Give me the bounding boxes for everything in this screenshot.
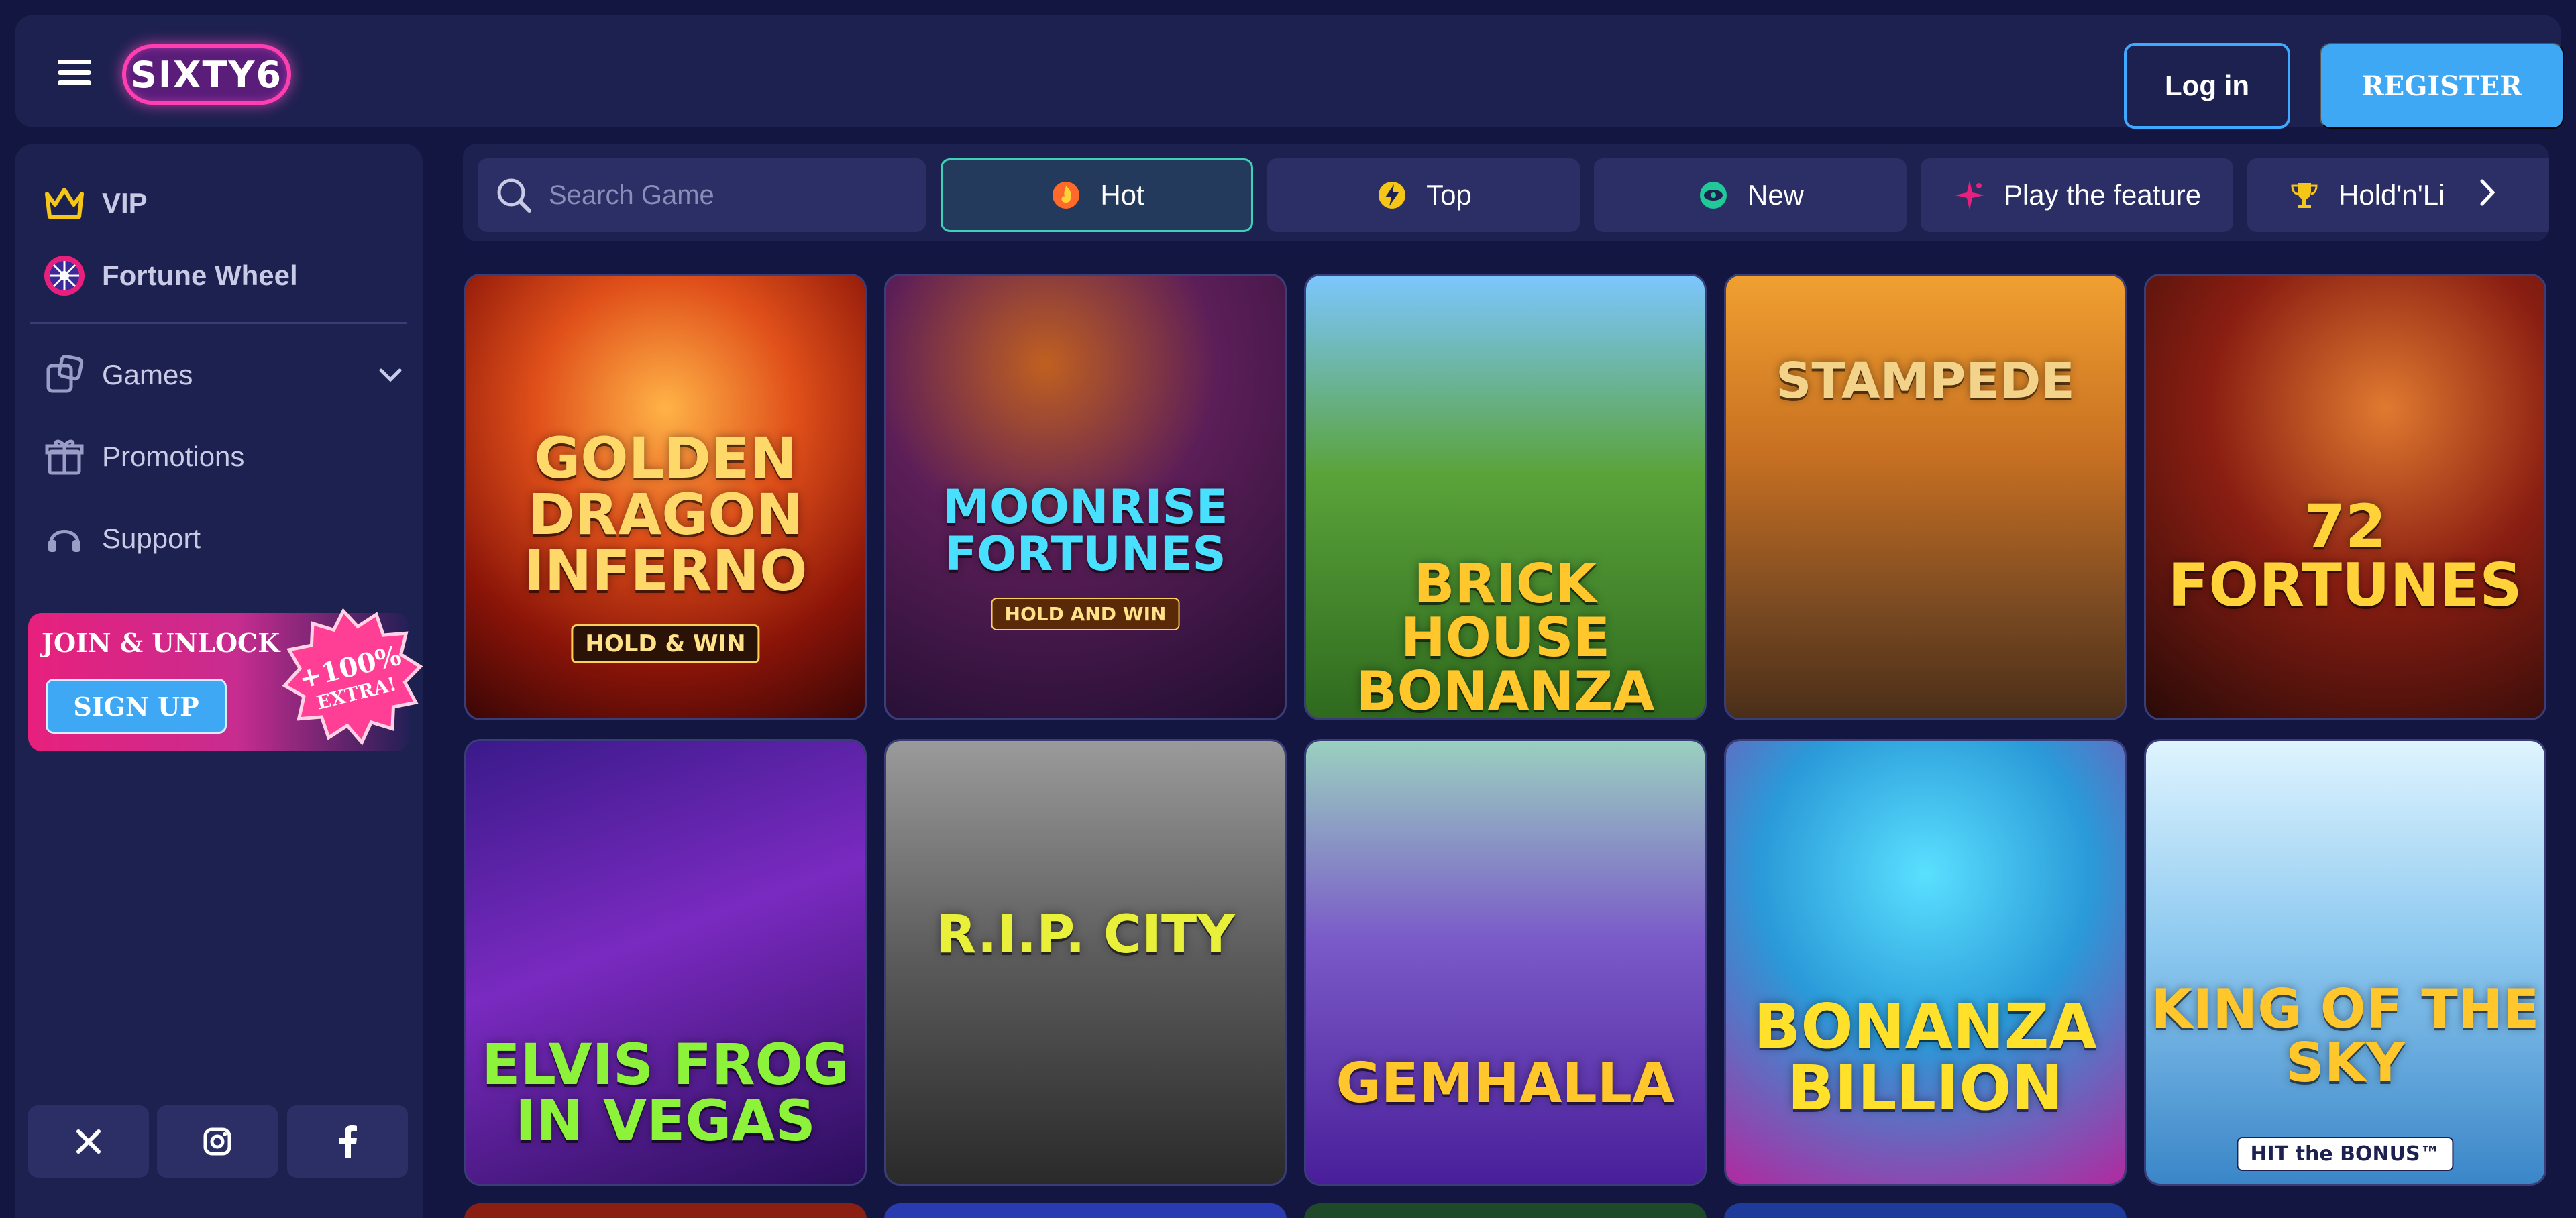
new-icon: [1697, 178, 1730, 212]
game-title: GOLDEN DRAGON INFERNO: [523, 425, 808, 604]
flame-icon: [1049, 178, 1083, 212]
trophy-icon: [2288, 178, 2321, 212]
game-tile-72-fortunes[interactable]: 72 FORTUNES: [2144, 274, 2546, 720]
x-icon[interactable]: [28, 1105, 149, 1178]
site-logo[interactable]: SIXTY6: [122, 44, 291, 105]
game-subtitle: HOLD AND WIN: [991, 598, 1180, 630]
gift-icon: [42, 434, 87, 480]
facebook-icon[interactable]: [287, 1105, 408, 1178]
crown-icon: [42, 180, 87, 226]
tab-hot[interactable]: Hot: [941, 158, 1253, 232]
game-title: R.I.P. CITY: [936, 905, 1235, 965]
sidebar-item-games[interactable]: Games: [42, 345, 404, 405]
game-tile-gemhalla[interactable]: GEMHALLA: [1304, 739, 1707, 1186]
game-tile-partial[interactable]: [1304, 1203, 1707, 1218]
chip-label: New: [1747, 179, 1805, 211]
tab-new[interactable]: New: [1594, 158, 1907, 232]
game-tile-partial[interactable]: [464, 1203, 867, 1218]
game-tile-partial[interactable]: [884, 1203, 1287, 1218]
sidebar-item-fortune-wheel[interactable]: Fortune Wheel: [42, 245, 298, 306]
game-subtitle: HIT the BONUS™: [2237, 1137, 2454, 1171]
game-tile-golden-dragon-inferno[interactable]: GOLDEN DRAGON INFERNO HOLD & WIN: [464, 274, 867, 720]
chevron-down-icon[interactable]: [377, 361, 404, 391]
game-tile-brick-house-bonanza[interactable]: BRICK HOUSE BONANZA: [1304, 274, 1707, 720]
sidebar-item-label: Fortune Wheel: [102, 260, 298, 291]
game-filter-bar: Hot Top New Play the feature Hold'n'Li: [463, 144, 2549, 241]
menu-icon[interactable]: [58, 60, 91, 85]
game-subtitle: HOLD & WIN: [571, 624, 760, 663]
tab-top[interactable]: Top: [1267, 158, 1580, 232]
chip-label: Top: [1426, 179, 1472, 211]
search-box[interactable]: [478, 158, 926, 232]
sidebar-divider: [30, 322, 407, 324]
bonus-badge: +100% EXTRA!: [280, 606, 425, 751]
fortune-wheel-icon: [42, 253, 87, 298]
search-icon: [495, 176, 533, 214]
game-title: BRICK HOUSE BONANZA: [1356, 553, 1655, 720]
sidebar-item-label: Support: [102, 522, 201, 554]
games-icon: [42, 352, 87, 398]
tab-play-the-feature[interactable]: Play the feature: [1921, 158, 2233, 232]
sidebar: VIP Fortune Wheel Games Promotions Suppo…: [15, 144, 423, 1218]
chip-label: Hold'n'Li: [2339, 179, 2445, 211]
game-tile-bonanza-billion[interactable]: BONANZA BILLION: [1724, 739, 2127, 1186]
sidebar-item-label: Games: [102, 359, 193, 390]
game-title: ELVIS FROG IN VEGAS: [482, 1032, 849, 1154]
game-title: 72 FORTUNES: [2168, 492, 2522, 620]
headset-icon: [42, 516, 87, 561]
chip-label: Hot: [1100, 179, 1144, 211]
social-links: [28, 1105, 408, 1178]
register-button[interactable]: REGISTER: [2320, 43, 2564, 129]
game-tile-moonrise-fortunes[interactable]: MOONRISE FORTUNES HOLD AND WIN: [884, 274, 1287, 720]
game-title: BONANZA BILLION: [1754, 991, 2097, 1124]
chevron-right-icon[interactable]: [2475, 177, 2500, 211]
game-tile-king-of-the-sky[interactable]: KING OF THE SKY HIT the BONUS™: [2144, 739, 2546, 1186]
game-tile-rip-city[interactable]: R.I.P. CITY: [884, 739, 1287, 1186]
top-header: SIXTY6 Log in REGISTER: [15, 15, 2564, 129]
sidebar-item-promotions[interactable]: Promotions: [42, 427, 244, 487]
game-tile-stampede[interactable]: STAMPEDE: [1724, 274, 2127, 720]
sidebar-item-label: VIP: [102, 187, 148, 219]
sidebar-item-vip[interactable]: VIP: [42, 173, 148, 233]
sidebar-item-label: Promotions: [102, 441, 245, 472]
signup-promo-banner[interactable]: JOIN & UNLOCK SIGN UP +100% EXTRA!: [28, 608, 423, 751]
game-title: KING OF THE SKY: [2151, 978, 2540, 1094]
game-tile-elvis-frog-in-vegas[interactable]: ELVIS FROG IN VEGAS: [464, 739, 867, 1186]
search-input[interactable]: [549, 180, 884, 211]
sparkle-icon: [1953, 178, 1986, 212]
tab-hold-n-link[interactable]: Hold'n'Li: [2247, 158, 2549, 232]
game-title: GEMHALLA: [1336, 1052, 1675, 1115]
signup-button[interactable]: SIGN UP: [46, 679, 227, 734]
game-title: MOONRISE FORTUNES: [943, 480, 1228, 582]
sidebar-item-support[interactable]: Support: [42, 508, 201, 569]
game-title: STAMPEDE: [1776, 352, 2075, 410]
login-button[interactable]: Log in: [2124, 43, 2290, 129]
lightning-icon: [1375, 178, 1409, 212]
chip-label: Play the feature: [2003, 179, 2202, 211]
game-tile-partial[interactable]: [1724, 1203, 2127, 1218]
instagram-icon[interactable]: [157, 1105, 278, 1178]
promo-title: JOIN & UNLOCK: [42, 628, 280, 658]
